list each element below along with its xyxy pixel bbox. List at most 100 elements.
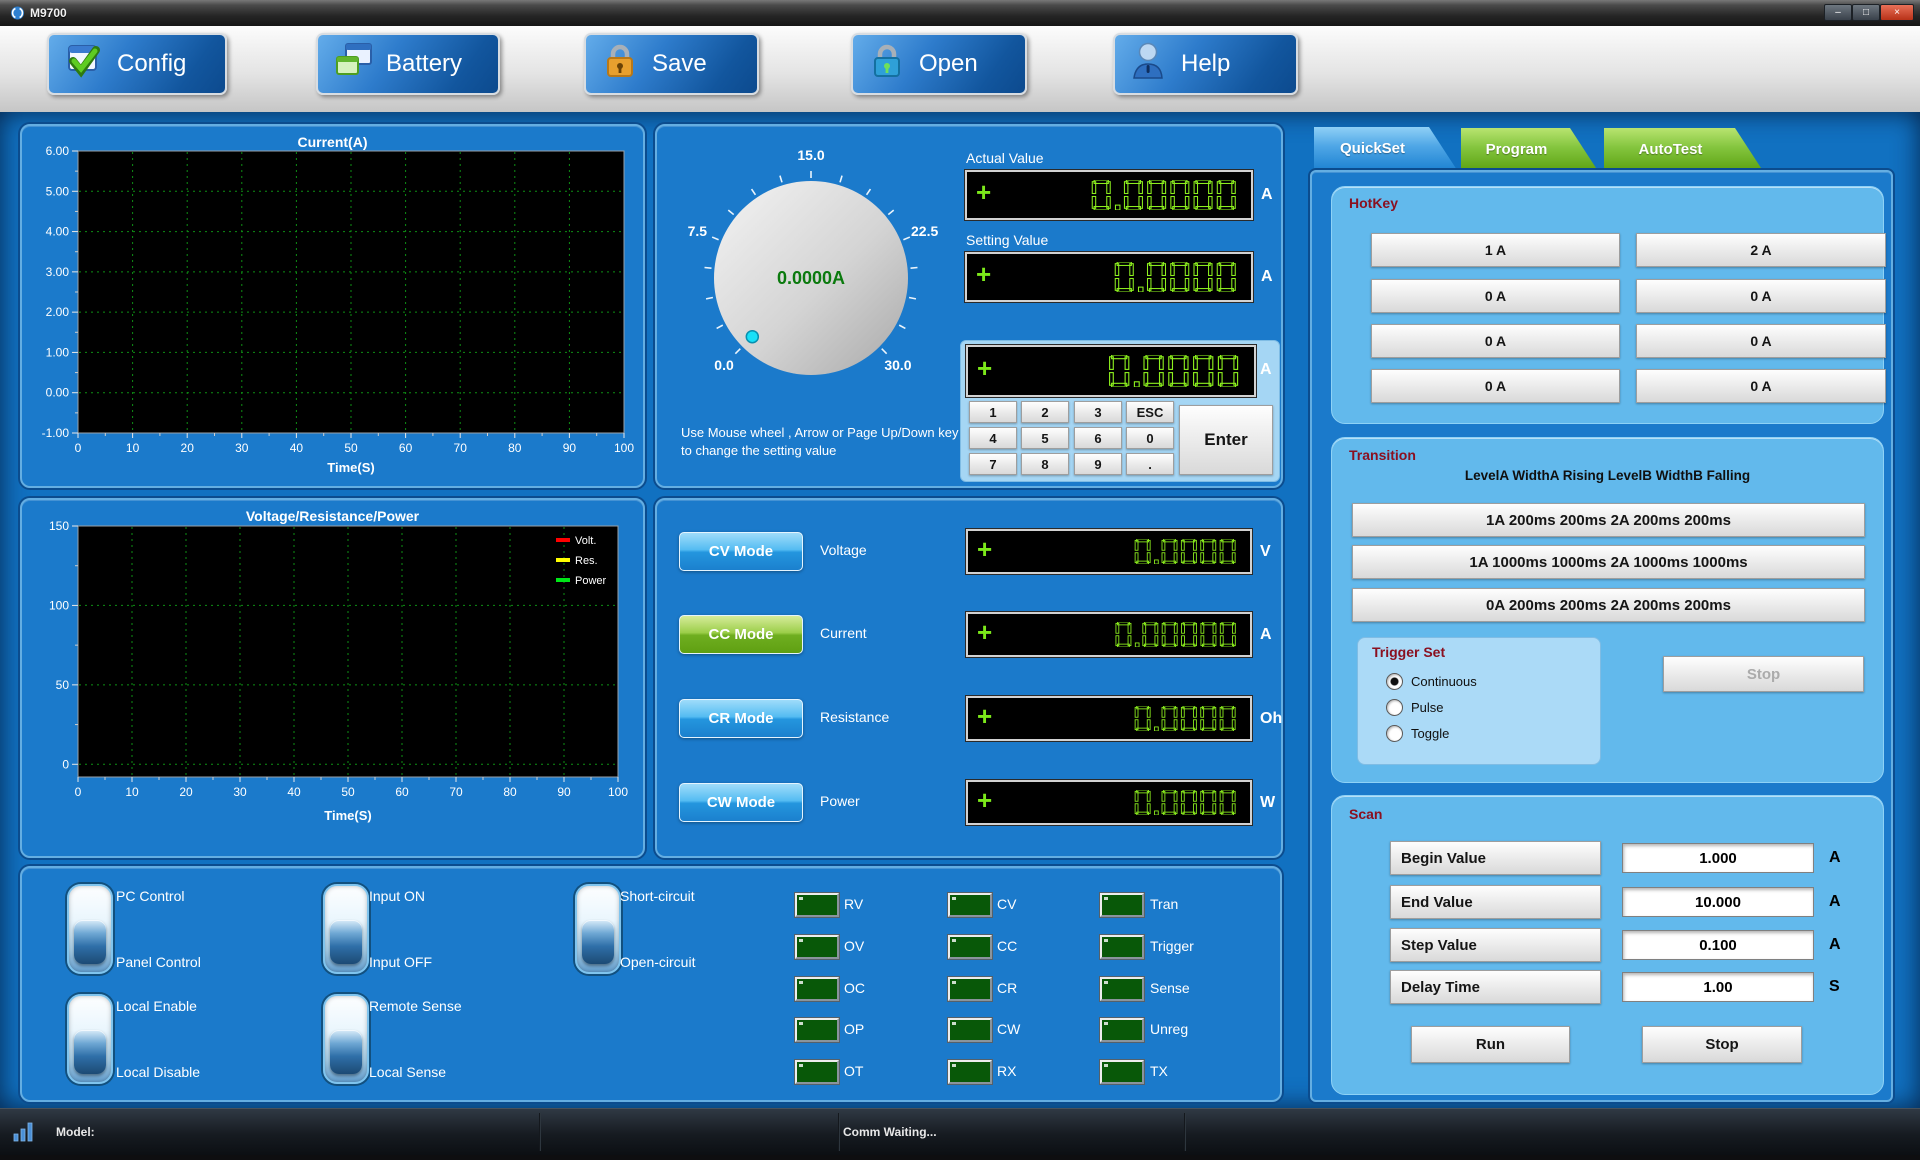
transition-preset-2[interactable]: 1A 1000ms 1000ms 2A 1000ms 1000ms [1352, 545, 1865, 579]
sense-switch[interactable] [323, 994, 369, 1084]
enter-button[interactable]: Enter [1179, 405, 1273, 475]
resistance-label: Resistance [820, 709, 889, 725]
end-value-input[interactable]: 10.000 [1622, 887, 1814, 917]
key-1[interactable]: 1 [969, 401, 1017, 423]
step-value-unit: A [1829, 936, 1841, 954]
window-title: M9700 [30, 6, 67, 20]
svg-text:0.00: 0.00 [46, 386, 70, 400]
hotkey-button-7[interactable]: 0 A [1371, 369, 1620, 403]
radio-continuous[interactable]: Continuous [1386, 673, 1477, 690]
key-esc[interactable]: ESC [1126, 401, 1174, 423]
svg-text:50: 50 [344, 441, 358, 455]
delay-time-input[interactable]: 1.00 [1622, 972, 1814, 1002]
maximize-button[interactable]: □ [1852, 4, 1880, 21]
begin-value-input[interactable]: 1.000 [1622, 843, 1814, 873]
battery-label: Battery [386, 50, 462, 78]
svg-text:1.00: 1.00 [46, 345, 70, 359]
setting-value-unit: A [1261, 268, 1273, 286]
led-rx [948, 1060, 992, 1084]
input-on-off-switch[interactable] [323, 884, 369, 974]
transition-preset-1[interactable]: 1A 200ms 200ms 2A 200ms 200ms [1352, 503, 1865, 537]
radio-toggle[interactable]: Toggle [1386, 725, 1449, 742]
begin-value-button[interactable]: Begin Value [1390, 841, 1601, 875]
svg-text:3.00: 3.00 [46, 265, 70, 279]
led-cv-label: CV [997, 896, 1016, 912]
svg-text:100: 100 [608, 785, 628, 799]
key-6[interactable]: 6 [1074, 427, 1122, 449]
mouse-wheel-hint: Use Mouse wheel , Arrow or Page Up/Down … [681, 424, 966, 460]
key-9[interactable]: 9 [1074, 453, 1122, 475]
hotkey-button-6[interactable]: 0 A [1636, 324, 1886, 358]
local-enable-switch[interactable] [67, 994, 113, 1084]
close-button[interactable]: × [1880, 4, 1914, 21]
cr-mode-button[interactable]: CR Mode [679, 699, 803, 738]
svg-text:5.00: 5.00 [46, 184, 70, 198]
svg-text:150: 150 [49, 519, 69, 533]
save-label: Save [652, 50, 707, 78]
step-value-button[interactable]: Step Value [1390, 928, 1601, 962]
hotkey-button-3[interactable]: 0 A [1371, 279, 1620, 313]
svg-text:50: 50 [56, 678, 70, 692]
save-button[interactable]: Save [584, 33, 759, 95]
key-2[interactable]: 2 [1021, 401, 1069, 423]
scan-run-button[interactable]: Run [1411, 1026, 1570, 1063]
tab-quickset[interactable]: QuickSet [1314, 127, 1457, 170]
hotkey-button-1[interactable]: 1 A [1371, 233, 1620, 267]
open-lock-icon [867, 41, 907, 88]
setting-panel: 0.07.515.022.530.00.0000A Actual Value +… [655, 124, 1283, 488]
transition-stop-button[interactable]: Stop [1663, 656, 1864, 692]
transition-preset-3[interactable]: 0A 200ms 200ms 2A 200ms 200ms [1352, 588, 1865, 622]
led-sense [1100, 977, 1144, 1001]
end-value-button[interactable]: End Value [1390, 885, 1601, 919]
hotkey-button-5[interactable]: 0 A [1371, 324, 1620, 358]
svg-text:100: 100 [614, 441, 634, 455]
hotkey-title: HotKey [1349, 195, 1398, 211]
power-display: + [966, 780, 1252, 825]
hotkey-button-8[interactable]: 0 A [1636, 369, 1886, 403]
tab-program[interactable]: Program [1461, 128, 1598, 171]
tab-autotest[interactable]: AutoTest [1604, 128, 1763, 171]
hotkey-button-2[interactable]: 2 A [1636, 233, 1886, 267]
battery-button[interactable]: Battery [316, 33, 500, 95]
title-bar: M9700 – □ × [0, 0, 1920, 27]
step-value-input[interactable]: 0.100 [1622, 930, 1814, 960]
svg-text:0: 0 [75, 785, 82, 799]
circuit-switch[interactable] [575, 884, 621, 974]
pc-control-label: PC Control [116, 888, 184, 904]
help-button[interactable]: Help [1113, 33, 1298, 95]
svg-text:0: 0 [62, 757, 69, 771]
config-button[interactable]: Config [47, 33, 227, 95]
key-0[interactable]: 0 [1126, 427, 1174, 449]
open-circuit-label: Open-circuit [620, 954, 695, 970]
key-4[interactable]: 4 [969, 427, 1017, 449]
pc-panel-control-switch[interactable] [67, 884, 113, 974]
led-tran [1100, 893, 1144, 917]
scan-stop-button[interactable]: Stop [1642, 1026, 1802, 1063]
current-dial[interactable]: 0.07.515.022.530.00.0000A [659, 130, 969, 430]
begin-value-unit: A [1829, 849, 1841, 867]
minimize-button[interactable]: – [1824, 4, 1852, 21]
svg-text:60: 60 [395, 785, 409, 799]
voltage-unit: V [1260, 543, 1271, 561]
svg-text:40: 40 [290, 441, 304, 455]
key-7[interactable]: 7 [969, 453, 1017, 475]
status-separator-3 [1184, 1113, 1186, 1151]
key-dot[interactable]: . [1126, 453, 1174, 475]
hotkey-section: HotKey 1 A 2 A 0 A 0 A 0 A 0 A 0 A 0 A [1331, 186, 1884, 424]
cw-mode-button[interactable]: CW Mode [679, 783, 803, 822]
key-5[interactable]: 5 [1021, 427, 1069, 449]
radio-pulse[interactable]: Pulse [1386, 699, 1444, 716]
open-button[interactable]: Open [851, 33, 1027, 95]
cv-mode-button[interactable]: CV Mode [679, 532, 803, 571]
cc-mode-button[interactable]: CC Mode [679, 615, 803, 654]
transition-section: Transition LevelA WidthA Rising LevelB W… [1331, 437, 1884, 783]
setting-value-label: Setting Value [966, 232, 1048, 248]
key-8[interactable]: 8 [1021, 453, 1069, 475]
svg-text:70: 70 [454, 441, 468, 455]
current-display: + [966, 612, 1252, 657]
led-cc [948, 935, 992, 959]
delay-time-button[interactable]: Delay Time [1390, 970, 1601, 1004]
key-3[interactable]: 3 [1074, 401, 1122, 423]
svg-text:80: 80 [508, 441, 522, 455]
hotkey-button-4[interactable]: 0 A [1636, 279, 1886, 313]
